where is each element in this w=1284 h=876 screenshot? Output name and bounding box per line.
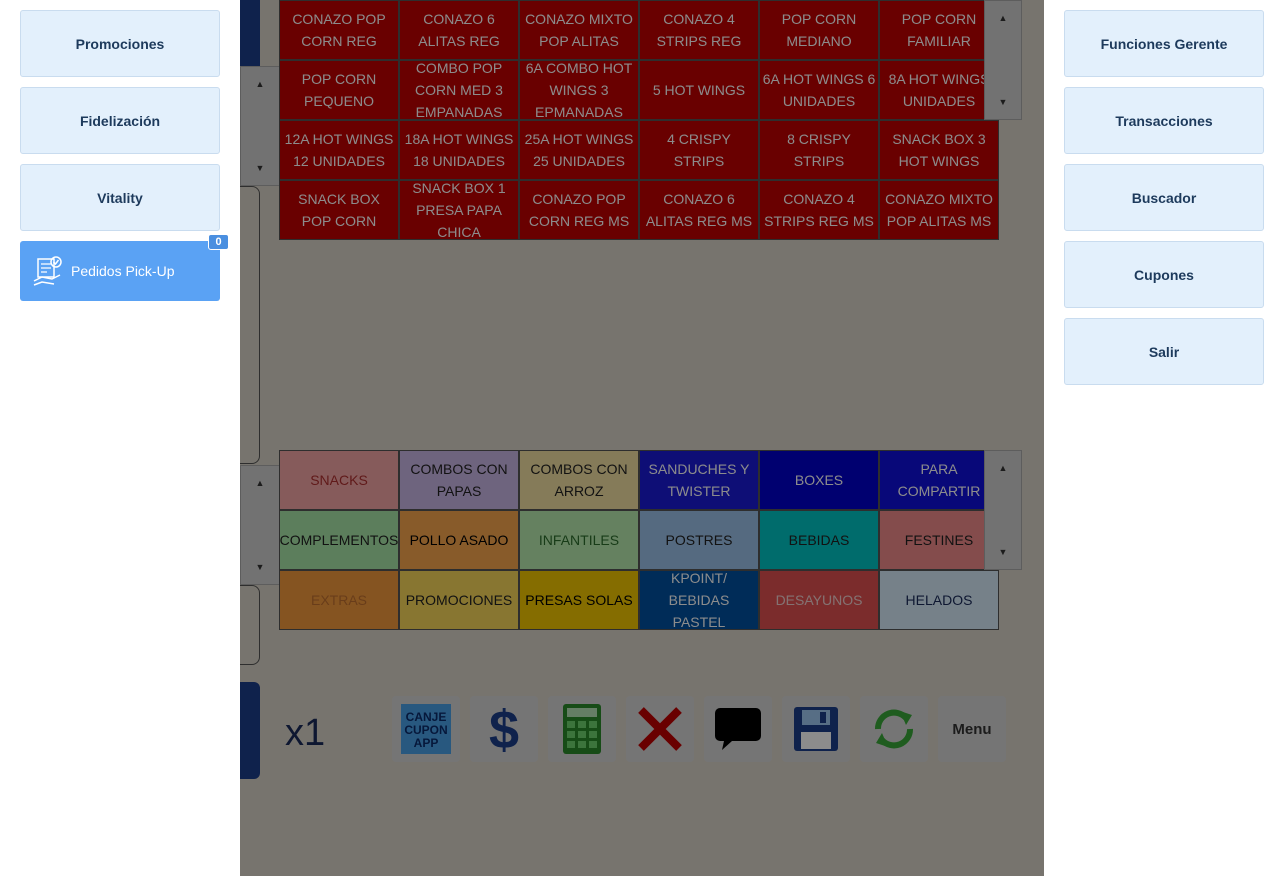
speech-bubble-icon	[715, 708, 761, 750]
product-tile[interactable]: CONAZO 4 STRIPS REG MS	[759, 180, 879, 240]
dollar-icon: $	[489, 702, 519, 756]
scroll-down-icon[interactable]: ▼	[256, 550, 265, 584]
product-tile[interactable]: SNACK BOX POP CORN	[279, 180, 399, 240]
salir-button[interactable]: Salir	[1064, 318, 1264, 385]
funciones-gerente-button[interactable]: Funciones Gerente	[1064, 10, 1264, 77]
cupones-button[interactable]: Cupones	[1064, 241, 1264, 308]
category-tile[interactable]: FESTINES	[879, 510, 999, 570]
category-scroll[interactable]: ▲ ▼	[984, 450, 1022, 570]
category-tile[interactable]: PARA COMPARTIR	[879, 450, 999, 510]
order-panel-border	[240, 186, 260, 464]
product-tile[interactable]: POP CORN MEDIANO	[759, 0, 879, 60]
order-tab	[240, 0, 260, 66]
category-tile[interactable]: INFANTILES	[519, 510, 639, 570]
svg-text:$: $	[489, 702, 519, 756]
scroll-down-icon[interactable]: ▼	[999, 535, 1008, 569]
scroll-up-icon[interactable]: ▲	[999, 1, 1008, 35]
calculator-icon	[563, 704, 601, 754]
product-tile[interactable]: POP CORN PEQUENO	[279, 60, 399, 120]
category-tile[interactable]: SANDUCHES Y TWISTER	[639, 450, 759, 510]
scroll-up-icon[interactable]: ▲	[256, 466, 265, 500]
scroll-down-icon[interactable]: ▼	[999, 85, 1008, 119]
order-scroll-lower[interactable]: ▲ ▼	[240, 465, 280, 585]
pickup-orders-button[interactable]: Pedidos Pick-Up	[20, 241, 220, 301]
category-tile[interactable]: SNACKS	[279, 450, 399, 510]
product-tile[interactable]: CONAZO 4 STRIPS REG	[639, 0, 759, 60]
coupon-app-button[interactable]: CANJE CUPON APP	[392, 696, 460, 762]
product-tile[interactable]: 18A HOT WINGS 18 UNIDADES	[399, 120, 519, 180]
floppy-disk-icon	[794, 707, 838, 751]
fidelizacion-button[interactable]: Fidelización	[20, 87, 220, 154]
coupon-icon: CANJE CUPON APP	[401, 704, 451, 754]
pickup-count-badge: 0	[208, 234, 229, 250]
product-tile[interactable]: 6A COMBO HOT WINGS 3 EPMANADAS	[519, 60, 639, 120]
menu-button[interactable]: Menu	[938, 696, 1006, 762]
pickup-orders-label: Pedidos Pick-Up	[71, 263, 175, 279]
refresh-icon	[874, 709, 914, 749]
category-tile[interactable]: POSTRES	[639, 510, 759, 570]
scroll-up-icon[interactable]: ▲	[256, 67, 265, 101]
calculator-button[interactable]	[548, 696, 616, 762]
payment-button[interactable]: $	[470, 696, 538, 762]
product-tile[interactable]: 6A HOT WINGS 6 UNIDADES	[759, 60, 879, 120]
category-tile[interactable]: COMPLEMENTOS	[279, 510, 399, 570]
product-tile[interactable]: SNACK BOX 3 HOT WINGS	[879, 120, 999, 180]
category-tile[interactable]: COMBOS CON ARROZ	[519, 450, 639, 510]
product-tile[interactable]: CONAZO MIXTO POP ALITAS MS	[879, 180, 999, 240]
category-tile[interactable]: COMBOS CON PAPAS	[399, 450, 519, 510]
category-tile[interactable]: PROMOCIONES	[399, 570, 519, 630]
product-grid: CONAZO POP CORN REG CONAZO 6 ALITAS REG CO…	[279, 0, 999, 240]
product-tile[interactable]: 4 CRISPY STRIPS	[639, 120, 759, 180]
cancel-button[interactable]	[626, 696, 694, 762]
close-icon	[638, 707, 682, 751]
product-tile[interactable]: 8 CRISPY STRIPS	[759, 120, 879, 180]
product-tile[interactable]: POP CORN FAMILIAR	[879, 0, 999, 60]
vitality-button[interactable]: Vitality	[20, 164, 220, 231]
category-tile[interactable]: HELADOS	[879, 570, 999, 630]
right-side-menu: Funciones Gerente Transacciones Buscador…	[1044, 0, 1284, 876]
menu-button-label: Menu	[952, 720, 992, 738]
category-tile[interactable]: EXTRAS	[279, 570, 399, 630]
product-tile[interactable]: COMBO POP CORN MED 3 EMPANADAS	[399, 60, 519, 120]
category-tile[interactable]: PRESAS SOLAS	[519, 570, 639, 630]
category-tile[interactable]: BEBIDAS	[759, 510, 879, 570]
product-tile[interactable]: 12A HOT WINGS 12 UNIDADES	[279, 120, 399, 180]
order-scroll-upper[interactable]: ▲ ▼	[240, 66, 280, 186]
category-tile[interactable]: BOXES	[759, 450, 879, 510]
product-tile[interactable]: CONAZO MIXTO POP ALITAS	[519, 0, 639, 60]
comment-button[interactable]	[704, 696, 772, 762]
product-tile[interactable]: 5 HOT WINGS	[639, 60, 759, 120]
order-total-box	[240, 682, 260, 779]
delivery-hand-icon	[33, 256, 62, 286]
product-tile[interactable]: 25A HOT WINGS 25 UNIDADES	[519, 120, 639, 180]
product-tile[interactable]: CONAZO POP CORN REG	[279, 0, 399, 60]
buscador-button[interactable]: Buscador	[1064, 164, 1264, 231]
order-panel-border	[240, 585, 260, 665]
product-scroll[interactable]: ▲ ▼	[984, 0, 1022, 120]
left-side-menu: Promociones Fidelización Vitality Pedido…	[0, 0, 240, 876]
category-grid: SNACKS COMBOS CON PAPAS COMBOS CON ARROZ SA…	[279, 450, 999, 630]
product-tile[interactable]: CONAZO 6 ALITAS REG MS	[639, 180, 759, 240]
category-tile[interactable]: POLLO ASADO	[399, 510, 519, 570]
promociones-button[interactable]: Promociones	[20, 10, 220, 77]
product-tile[interactable]: CONAZO POP CORN REG MS	[519, 180, 639, 240]
product-tile[interactable]: SNACK BOX 1 PRESA PAPA CHICA	[399, 180, 519, 240]
save-button[interactable]	[782, 696, 850, 762]
product-tile[interactable]: CONAZO 6 ALITAS REG	[399, 0, 519, 60]
transacciones-button[interactable]: Transacciones	[1064, 87, 1264, 154]
refresh-button[interactable]	[860, 696, 928, 762]
scroll-up-icon[interactable]: ▲	[999, 451, 1008, 485]
product-tile[interactable]: 8A HOT WINGS UNIDADES	[879, 60, 999, 120]
pos-workspace: ▲ ▼ ▲ ▼ CONAZO POP CORN REG CONAZO 6 ALIT…	[240, 0, 1044, 876]
category-tile[interactable]: KPOINT/ BEBIDAS PASTEL	[639, 570, 759, 630]
scroll-down-icon[interactable]: ▼	[256, 151, 265, 185]
quantity-multiplier[interactable]: x1	[285, 712, 325, 755]
category-tile[interactable]: DESAYUNOS	[759, 570, 879, 630]
